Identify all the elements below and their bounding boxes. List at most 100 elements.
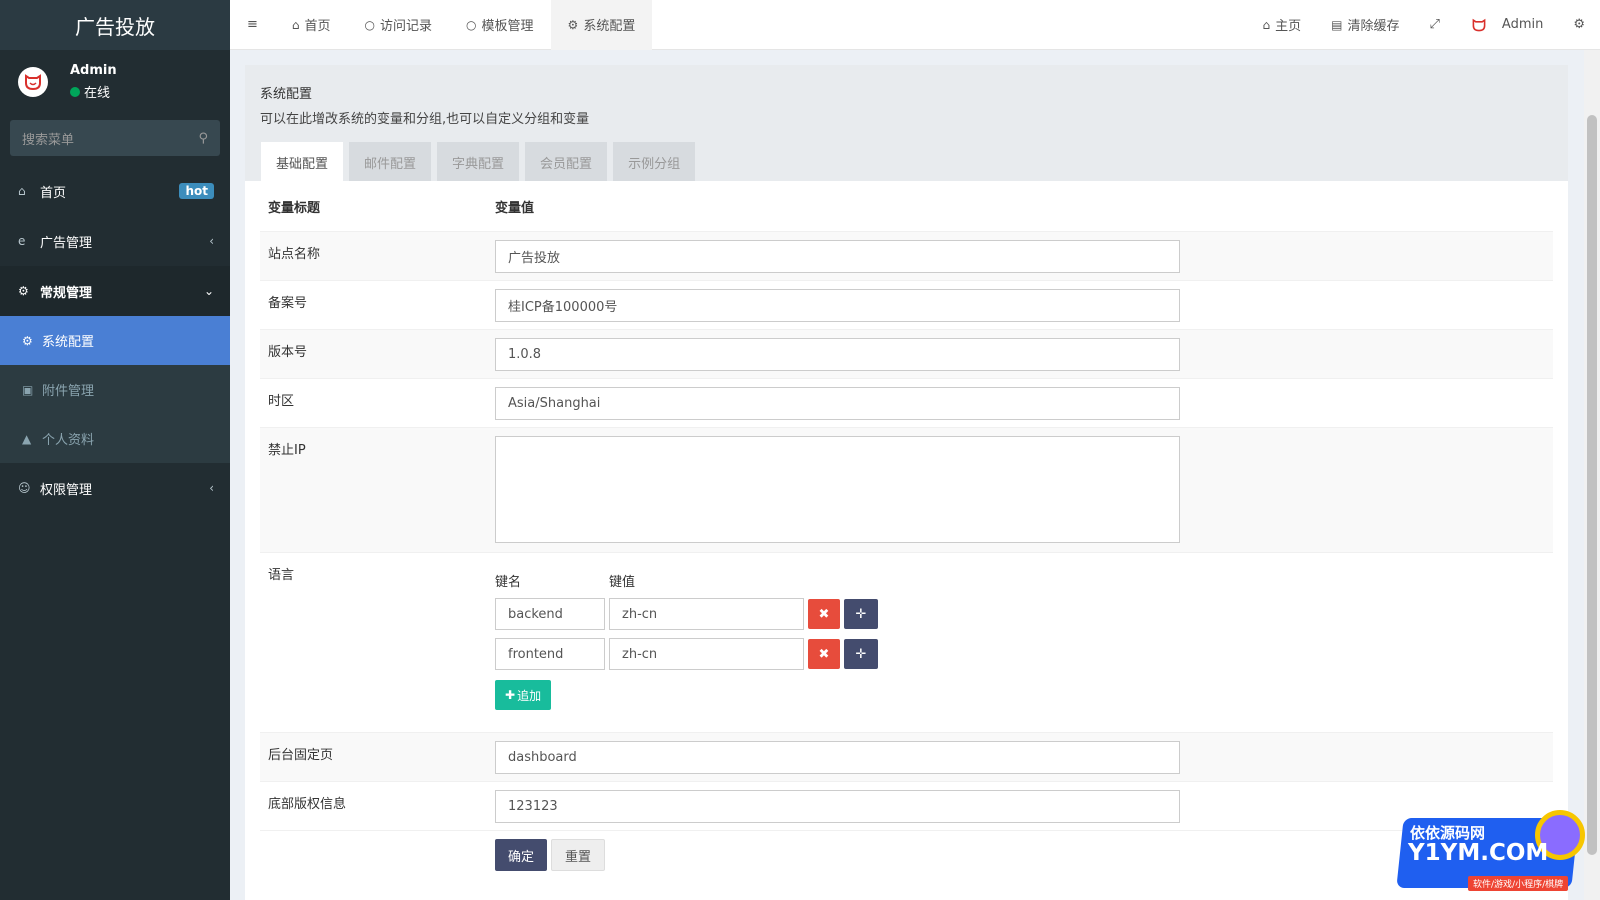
version-input[interactable]: 1.0.8	[495, 338, 1180, 371]
remove-row-button[interactable]: ✖	[808, 639, 840, 669]
submit-button[interactable]: 确定	[495, 839, 548, 871]
user-panel: Admin 在线	[0, 50, 230, 114]
home-icon: ⌂	[18, 184, 26, 198]
field-label: 禁止IP	[268, 443, 306, 458]
tab-template[interactable]: ○ 模板管理	[449, 0, 551, 50]
avatar	[18, 67, 48, 97]
admin-menu[interactable]: Admin	[1455, 0, 1558, 50]
circle-icon: ○	[364, 17, 376, 32]
sidebar-item-label: 附件管理	[42, 384, 95, 399]
add-label: 追加	[517, 688, 542, 703]
reset-button[interactable]: 重置	[551, 839, 606, 871]
remove-row-button[interactable]: ✖	[808, 599, 840, 629]
tab-label: 系统配置	[583, 19, 636, 34]
user-icon: ▲	[22, 431, 32, 446]
sidebar-item-attachments[interactable]: ▣ 附件管理	[0, 365, 230, 414]
home-icon: ⌂	[291, 17, 300, 32]
clear-cache-label: 清除缓存	[1347, 19, 1400, 34]
sidebar-item-home[interactable]: ⌂ 首页 hot	[0, 166, 230, 216]
home-link[interactable]: ⌂ 主页	[1248, 0, 1317, 50]
tab-label: 首页	[304, 19, 331, 34]
admin-label: Admin	[1501, 17, 1544, 32]
admin-avatar-icon	[1469, 15, 1488, 34]
home-icon: ⌂	[1262, 17, 1271, 32]
user-status: 在线	[70, 82, 117, 101]
fixed-page-input[interactable]: dashboard	[495, 741, 1180, 774]
sidebar-toggle-button[interactable]: ≡	[230, 0, 275, 50]
sidebar-item-profile[interactable]: ▲ 个人资料	[0, 414, 230, 463]
topbar: ≡ ⌂ 首页 ○ 访问记录 ○ 模板管理 ⚙ 系统配置 ⌂ 主页 ▤ 清除缓存 ⤢ Admi…	[230, 0, 1600, 50]
drag-handle-button[interactable]: ✛	[844, 599, 878, 629]
tab-visit-log[interactable]: ○ 访问记录	[348, 0, 450, 50]
field-label: 站点名称	[268, 247, 321, 262]
field-label: 后台固定页	[268, 748, 334, 763]
chevron-left-icon: ‹	[209, 234, 214, 248]
content-panel: 系统配置 可以在此增改系统的变量和分组,也可以自定义分组和变量 基础配置 邮件配…	[245, 65, 1568, 900]
app-logo-title[interactable]: 广告投放	[0, 0, 230, 50]
site-name-input[interactable]: 广告投放	[495, 240, 1180, 273]
sidebar-item-system-config[interactable]: ⚙ 系统配置	[0, 316, 230, 365]
form-row: 时区 Asia/Shanghai	[260, 378, 1553, 427]
timezone-input[interactable]: Asia/Shanghai	[495, 387, 1180, 420]
search-icon[interactable]: ⚲	[198, 131, 208, 146]
sidebar-search-input[interactable]: 搜索菜单 ⚲	[10, 120, 220, 156]
group-icon: ☺	[18, 481, 31, 495]
watermark-line2: Y1YM.COM	[1408, 840, 1549, 866]
form-row: 版本号 1.0.8	[260, 329, 1553, 378]
sidebar-item-label: 广告管理	[40, 235, 93, 251]
scrollbar[interactable]	[1584, 50, 1600, 900]
scrollbar-thumb[interactable]	[1587, 115, 1597, 855]
tab-home[interactable]: ⌂ 首页	[275, 0, 348, 50]
image-icon: ▣	[22, 382, 34, 397]
forbid-ip-textarea[interactable]	[495, 436, 1180, 543]
home-link-label: 主页	[1275, 19, 1302, 34]
add-row-button[interactable]: ✚ 追加	[495, 680, 552, 710]
drag-handle-button[interactable]: ✛	[844, 639, 878, 669]
avatar-icon	[25, 74, 41, 91]
form-row: 禁止IP	[260, 427, 1553, 552]
gear-icon: ⚙	[22, 333, 33, 348]
close-icon: ✖	[818, 646, 830, 662]
sidebar-item-general[interactable]: ⚙ 常规管理 ⌄	[0, 266, 230, 316]
field-label: 备案号	[268, 296, 308, 311]
tab-label: 访问记录	[380, 19, 433, 34]
form-row: 语言 键名 键值 backend zh-cn ✖ ✛ frontend zh-c…	[260, 552, 1553, 732]
language-key-input[interactable]: backend	[495, 598, 605, 630]
tab-member[interactable]: 会员配置	[525, 142, 608, 182]
tab-system-config[interactable]: ⚙ 系统配置	[550, 0, 653, 50]
ie-icon: e	[18, 234, 26, 248]
beian-input[interactable]: 桂ICP备100000号	[495, 289, 1180, 322]
form-actions: 确定 重置	[260, 830, 1553, 871]
language-key-input[interactable]: frontend	[495, 638, 605, 670]
tab-basic[interactable]: 基础配置	[261, 142, 344, 182]
sidebar-item-permissions[interactable]: ☺ 权限管理 ‹	[0, 463, 230, 513]
fullscreen-button[interactable]: ⤢	[1415, 0, 1455, 50]
search-placeholder: 搜索菜单	[22, 132, 75, 148]
circle-icon: ○	[466, 17, 477, 32]
sidebar-item-ads[interactable]: e 广告管理 ‹	[0, 216, 230, 266]
field-label: 底部版权信息	[268, 797, 347, 812]
chevron-down-icon: ⌄	[203, 284, 214, 298]
language-row: backend zh-cn ✖ ✛	[495, 598, 878, 630]
language-value-input[interactable]: zh-cn	[609, 598, 804, 630]
language-value-input[interactable]: zh-cn	[609, 638, 804, 670]
sidebar-item-label: 常规管理	[40, 285, 93, 301]
copyright-input[interactable]: 123123	[495, 790, 1180, 823]
settings-button[interactable]: ⚙	[1558, 0, 1600, 50]
clear-cache-button[interactable]: ▤ 清除缓存	[1316, 0, 1414, 50]
trash-icon: ▤	[1331, 17, 1343, 32]
sidebar-item-label: 个人资料	[42, 433, 95, 448]
tab-label: 模板管理	[481, 19, 534, 34]
fullscreen-icon: ⤢	[1429, 17, 1440, 32]
value-header: 键值	[609, 575, 636, 590]
key-header: 键名	[495, 575, 522, 590]
field-label: 时区	[268, 394, 295, 409]
form-row: 底部版权信息 123123	[260, 781, 1553, 830]
hot-badge: hot	[179, 183, 214, 199]
form-row: 站点名称 广告投放	[260, 231, 1553, 280]
page-title: 系统配置	[260, 87, 313, 102]
tab-email[interactable]: 邮件配置	[349, 142, 432, 182]
page-description: 可以在此增改系统的变量和分组,也可以自定义分组和变量	[260, 112, 590, 127]
tab-example[interactable]: 示例分组	[613, 142, 696, 182]
tab-dictionary[interactable]: 字典配置	[437, 142, 520, 182]
